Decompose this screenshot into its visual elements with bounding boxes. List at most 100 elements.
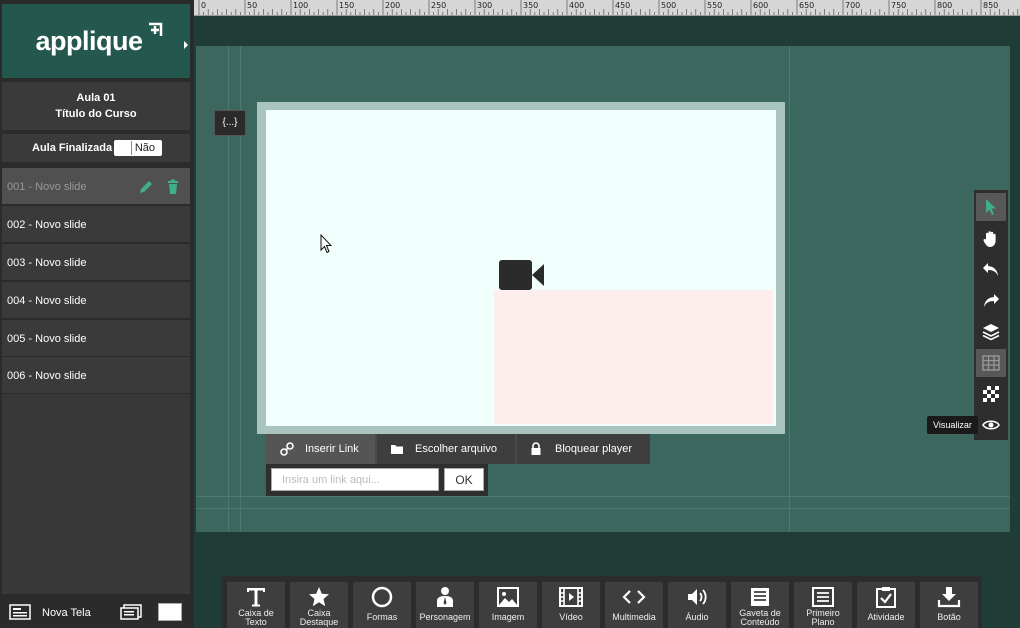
slide-item[interactable]: 001 - Novo slide [2,168,190,204]
horizontal-ruler: 0 50 100 150 200 250 300 350 400 450 500 550 600 650 7… [194,0,1020,16]
redo-icon [984,294,999,307]
tab-choose-file[interactable]: Escolher arquivo [377,434,515,464]
edit-icon[interactable] [138,179,154,195]
trash-icon[interactable] [165,179,181,195]
tool-label: Personagem [419,612,471,622]
blank-screen-icon[interactable] [158,603,182,621]
tab-label: Bloquear player [555,443,633,455]
tab-label: Escolher arquivo [415,443,497,455]
ruler-tick-label: 0 [201,1,207,10]
pointer-icon [986,199,996,215]
ruler-tick-label: 700 [845,1,861,10]
lesson-finished-toggle[interactable]: Não [114,140,162,156]
insert-toolbar: Caixa de Texto Caixa Destaque Formas Per… [222,576,982,628]
star-icon [309,587,329,607]
tool-label: Vídeo [559,612,583,622]
ruler-tick-label: 550 [707,1,723,10]
logo: applique [2,4,190,78]
new-screen-icon[interactable] [9,604,31,620]
ruler-tick-label: 600 [753,1,769,10]
pan-tool[interactable] [976,225,1006,253]
tool-label: Áudio [685,612,709,622]
ruler-tick-label: 100 [293,1,309,10]
ok-button[interactable]: OK [444,468,484,491]
folder-icon [391,445,403,454]
slide-label: 002 - Novo slide [7,219,87,231]
slide-list-empty-area [2,394,190,594]
slide-label: 005 - Novo slide [7,333,87,345]
tool-label: Atividade [867,612,905,622]
link-input-area: OK [266,464,488,496]
ruler-tick-label: 350 [523,1,539,10]
grid-button[interactable] [976,349,1006,377]
collapse-arrow-icon[interactable] [182,40,190,50]
ruler-tick-label: 650 [799,1,815,10]
video-camera-icon[interactable] [498,258,546,292]
undo-button[interactable] [976,256,1006,284]
tab-lock-player[interactable]: Bloquear player [517,434,650,464]
sidebar-bottom-bar: Nova Tela [0,598,194,628]
slide-item[interactable]: 005 - Novo slide [2,320,190,356]
code-button[interactable]: {...} [214,110,246,136]
tool-label: Multimedia [612,612,656,622]
lesson-finished-value: Não [130,141,158,155]
shapes-tool[interactable]: Formas [353,582,411,628]
checkerboard-icon [983,386,999,402]
video-element[interactable] [494,290,773,424]
layers-button[interactable] [976,318,1006,346]
highlight-box-tool[interactable]: Caixa Destaque [290,582,348,628]
link-popup-tabs: Inserir Link Escolher arquivo Bloquear p… [266,434,650,464]
slide-canvas[interactable] [266,110,776,426]
button-tool[interactable]: Botão [920,582,978,628]
text-icon [247,588,265,607]
code-icon [622,590,646,604]
course-info[interactable]: Aula 01 Título do Curso [2,82,190,130]
right-toolbar [974,190,1008,440]
duplicate-screen-icon[interactable] [120,604,142,620]
ruler-tick-label: 850 [983,1,999,10]
character-tool[interactable]: Personagem [416,582,474,628]
logo-plus-icon [149,22,163,36]
slide-label: 004 - Novo slide [7,295,87,307]
link-url-input[interactable] [271,468,439,491]
logo-text: applique [35,25,143,56]
activity-tool[interactable]: Atividade [857,582,915,628]
slide-label: 006 - Novo slide [7,370,87,382]
drawer-icon [751,588,769,606]
ruler-tick-label: 800 [937,1,953,10]
preview-tooltip: Visualizar [927,416,978,434]
guide-line [196,496,1010,497]
slide-item[interactable]: 002 - Novo slide [2,206,190,242]
text-box-tool[interactable]: Caixa de Texto [227,582,285,628]
select-tool[interactable] [976,193,1006,221]
person-icon [437,587,453,607]
sidebar: applique Aula 01 Título do Curso Aula Fi… [0,0,194,628]
slide-item[interactable]: 003 - Novo slide [2,244,190,280]
tab-insert-link[interactable]: Inserir Link [266,434,375,464]
foreground-tool[interactable]: Primeiro Plano [794,582,852,628]
multimedia-tool[interactable]: Multimedia [605,582,663,628]
tool-label: Plano [811,617,835,627]
slide-label: 003 - Novo slide [7,257,87,269]
audio-tool[interactable]: Áudio [668,582,726,628]
grid-icon [982,355,1000,371]
mouse-cursor-icon [320,234,332,254]
preview-button[interactable] [976,411,1006,439]
guide-line [196,508,1010,509]
video-tool[interactable]: Vídeo [542,582,600,628]
image-tool[interactable]: Imagem [479,582,537,628]
film-icon [559,587,583,607]
guide-line [789,46,790,532]
transparency-button[interactable] [976,380,1006,408]
lesson-finished-row: Aula Finalizada Não [2,134,190,162]
slide-item[interactable]: 006 - Novo slide [2,357,190,393]
tool-label: Destaque [299,617,339,627]
new-screen-button[interactable]: Nova Tela [42,607,91,619]
content-drawer-tool[interactable]: Gaveta de Conteúdo [731,582,789,628]
slide-item[interactable]: 004 - Novo slide [2,282,190,318]
tool-label: Texto [245,617,267,627]
download-icon [937,587,961,608]
ruler-tick-label: 300 [477,1,493,10]
lesson-number: Aula 01 [76,92,116,104]
redo-button[interactable] [976,287,1006,315]
